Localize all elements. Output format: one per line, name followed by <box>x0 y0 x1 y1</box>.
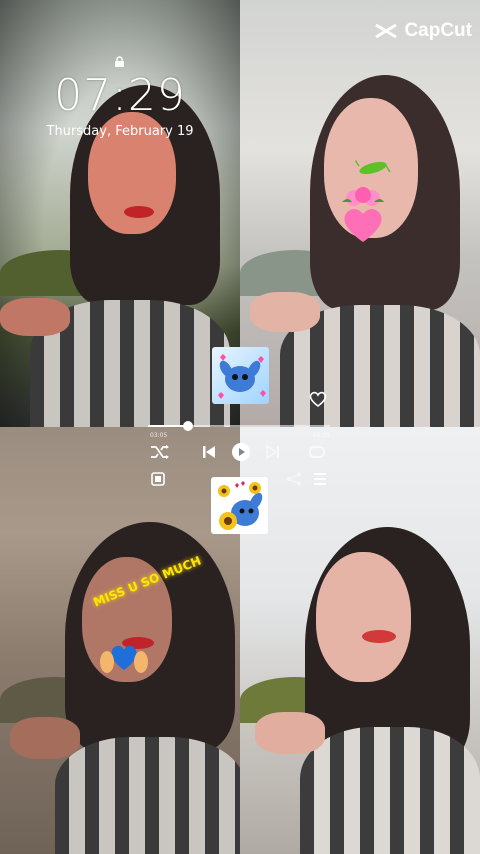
repeat-icon <box>309 446 325 458</box>
seek-bar-thumb[interactable] <box>183 421 194 431</box>
lockscreen-date: Thursday, February 19 <box>46 124 194 139</box>
stitch-heart-sticker <box>212 347 269 404</box>
rose-heart-sticker <box>342 187 384 242</box>
photo-panel-top-left: 07:29 Thursday, February 19 <box>0 0 240 427</box>
capcut-brand-text: CapCut <box>404 20 472 41</box>
elapsed-time: 03:05 <box>150 432 168 439</box>
shuffle-icon <box>151 445 169 459</box>
heart-outline-icon[interactable] <box>308 390 328 408</box>
hand <box>250 292 320 332</box>
blue-heart-hands-sticker <box>100 645 148 673</box>
playlist-icon <box>314 473 326 485</box>
queue-button[interactable] <box>148 470 168 488</box>
green-cricket-sticker <box>355 159 391 175</box>
skip-next-icon <box>266 444 279 460</box>
total-time: 05:05 <box>312 432 330 439</box>
capcut-logo-icon <box>375 23 398 39</box>
repeat-button[interactable] <box>306 442 328 462</box>
lips <box>124 206 154 218</box>
capcut-watermark: CapCut <box>374 20 472 42</box>
seek-bar-fill <box>148 425 189 427</box>
lockscreen-clock: 07:29 <box>54 70 186 121</box>
queue-icon <box>151 472 165 486</box>
lock-icon <box>115 56 124 67</box>
previous-track-button[interactable] <box>198 442 220 462</box>
lips <box>362 630 396 643</box>
face <box>316 552 411 682</box>
media-player-overlay: 03:05 05:05 <box>146 420 336 495</box>
share-icon <box>287 472 301 486</box>
play-pause-button[interactable] <box>230 441 252 463</box>
hand <box>10 717 80 759</box>
shirt <box>55 737 240 854</box>
next-track-button[interactable] <box>262 442 284 462</box>
skip-previous-icon <box>203 446 215 458</box>
hand <box>0 298 70 336</box>
share-button[interactable] <box>284 470 304 488</box>
seek-bar[interactable] <box>148 421 330 431</box>
playlist-button[interactable] <box>310 470 330 488</box>
shuffle-button[interactable] <box>148 442 172 462</box>
play-circle-icon <box>232 443 250 461</box>
hand <box>255 712 325 754</box>
stitch-icon <box>218 354 266 399</box>
shirt <box>300 727 480 854</box>
